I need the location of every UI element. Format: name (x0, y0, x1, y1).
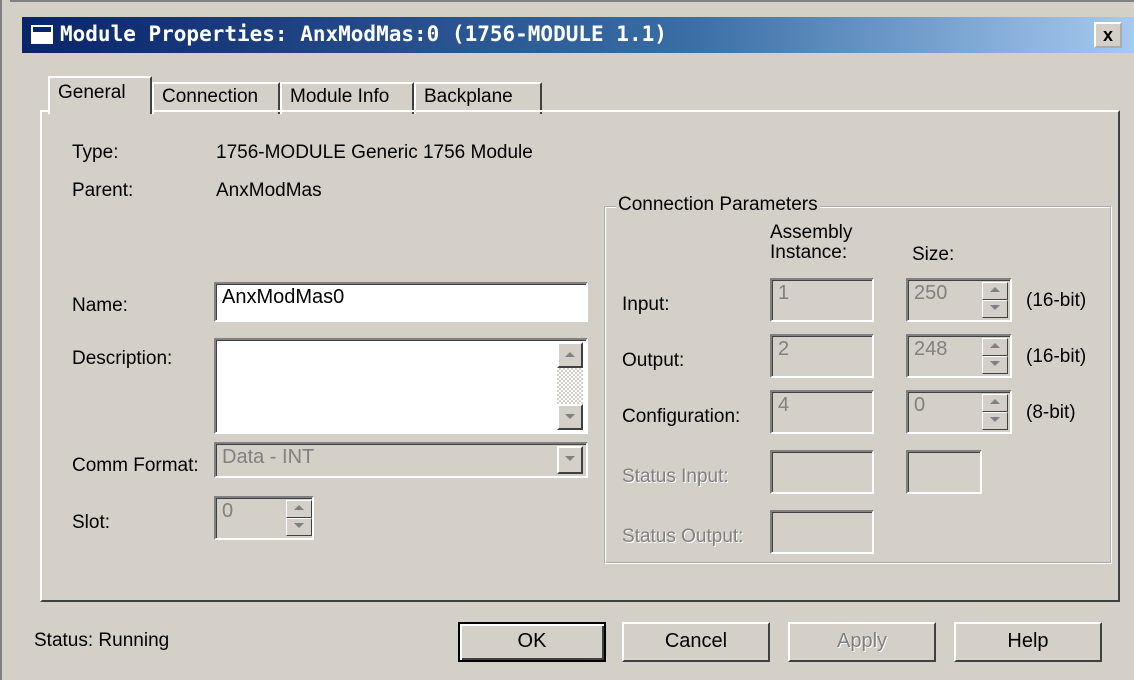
tab-connection-label: Connection (162, 86, 259, 107)
spin-down-icon (990, 417, 1000, 422)
description-textarea[interactable] (214, 338, 588, 434)
comm-format-label: Comm Format: (72, 455, 199, 476)
output-size-spinner[interactable] (982, 338, 1008, 374)
input-size-spinner[interactable] (982, 282, 1008, 318)
tab-backplane-label: Backplane (424, 86, 513, 107)
output-size-unit: (16-bit) (1026, 346, 1087, 367)
scroll-down-icon (565, 414, 575, 419)
configuration-instance-field[interactable]: 4 (770, 390, 874, 434)
window-top-border (0, 0, 1134, 2)
input-instance-field[interactable]: 1 (770, 278, 874, 322)
spin-up-icon (990, 343, 1000, 348)
connection-parameters-title: Connection Parameters (616, 194, 820, 216)
parent-window-frame (0, 0, 10, 680)
tab-module-info-label: Module Info (290, 86, 390, 107)
window-icon (31, 25, 53, 44)
title-bar[interactable]: Module Properties: AnxModMas:0 (1756-MOD… (22, 17, 1134, 53)
slot-spinner[interactable] (286, 500, 312, 536)
comm-format-select[interactable]: Data - INT (214, 442, 588, 478)
close-icon: x (1102, 25, 1113, 45)
cancel-button[interactable]: Cancel (622, 622, 770, 662)
parent-label: Parent: (72, 180, 134, 201)
instance-column-header: Instance: (770, 242, 848, 263)
spin-down-icon (990, 361, 1000, 366)
input-size-unit: (16-bit) (1026, 290, 1087, 311)
status-output-label: Status Output: (622, 526, 744, 547)
status-output-instance-field[interactable] (770, 510, 874, 554)
type-value: 1756-MODULE Generic 1756 Module (216, 142, 533, 163)
spin-up-icon (990, 287, 1000, 292)
input-label: Input: (622, 294, 670, 315)
ok-button[interactable]: OK (458, 622, 606, 662)
description-scroll-up[interactable] (557, 342, 583, 368)
name-input[interactable]: AnxModMas0 (214, 282, 588, 322)
configuration-label: Configuration: (622, 406, 741, 427)
description-scroll-down[interactable] (557, 404, 583, 430)
configuration-size-spinner[interactable] (982, 394, 1008, 430)
window-title: Module Properties: AnxModMas:0 (1756-MOD… (60, 22, 667, 46)
configuration-size-unit: (8-bit) (1026, 402, 1076, 423)
size-column-header: Size: (912, 244, 955, 265)
spin-up-icon (990, 399, 1000, 404)
spin-down-icon (294, 523, 304, 528)
help-button[interactable]: Help (954, 622, 1102, 662)
status-input-instance-field[interactable] (770, 450, 874, 494)
status-text: Status: Running (34, 630, 170, 651)
apply-button[interactable]: Apply (788, 622, 936, 662)
comm-format-dropdown-button[interactable] (557, 446, 583, 474)
tab-general-label: General (58, 82, 126, 103)
slot-label: Slot: (72, 512, 111, 533)
scroll-up-icon (565, 352, 575, 357)
tab-general[interactable]: General (48, 76, 152, 114)
status-input-label: Status Input: (622, 466, 729, 487)
name-label: Name: (72, 295, 128, 316)
status-input-size-field[interactable] (906, 450, 982, 494)
close-button[interactable]: x (1094, 22, 1122, 48)
type-label: Type: (72, 142, 119, 163)
parent-value: AnxModMas (216, 180, 322, 201)
description-scroll-track[interactable] (557, 368, 583, 404)
spin-up-icon (294, 505, 304, 510)
spin-down-icon (990, 305, 1000, 310)
output-label: Output: (622, 350, 685, 371)
output-instance-field[interactable]: 2 (770, 334, 874, 378)
description-label: Description: (72, 348, 173, 369)
chevron-down-icon (565, 456, 575, 461)
assembly-column-header: Assembly (770, 222, 853, 243)
